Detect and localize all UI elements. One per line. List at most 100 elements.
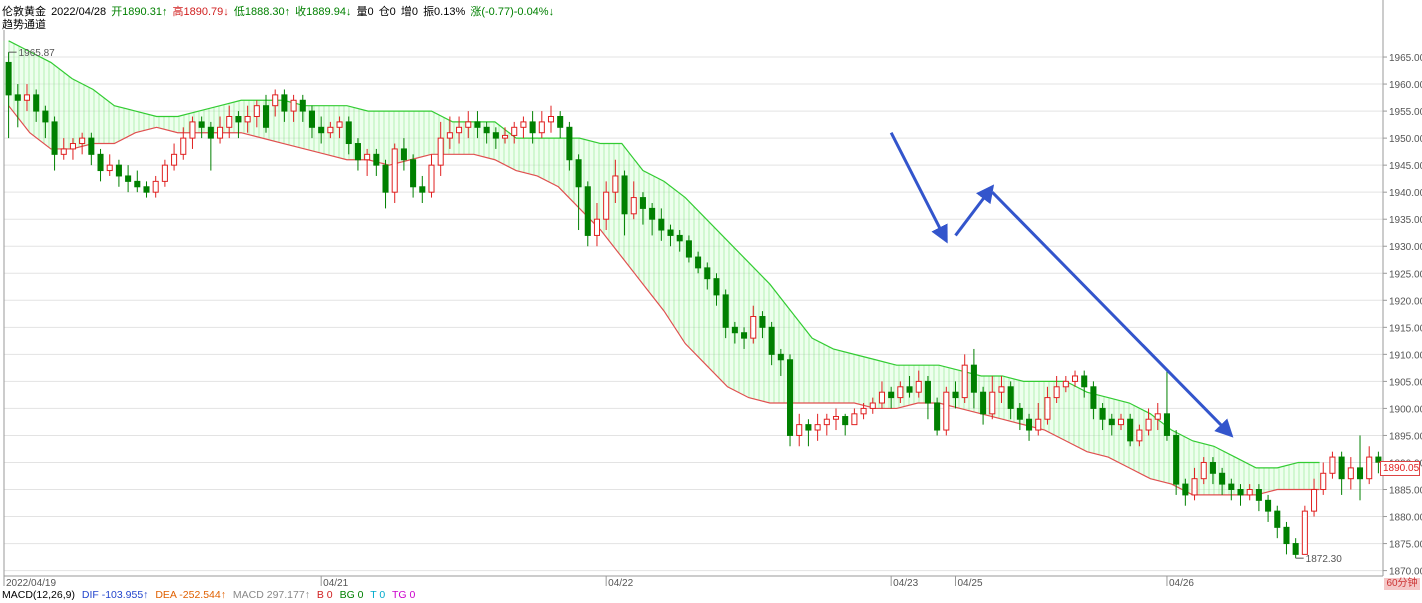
x-tick-label: 04/26: [1169, 578, 1194, 589]
candle-down: [198, 121, 205, 128]
candle-down: [1081, 375, 1088, 388]
candle-down: [134, 180, 141, 188]
chart-area[interactable]: 1870.001875.001880.001885.001890.001895.…: [0, 0, 1422, 600]
indicator-name: 趋势通道: [2, 19, 46, 31]
macd-tg: TG 0: [391, 589, 416, 601]
amplitude-value: 振0.13%: [423, 6, 466, 18]
candle-up: [1117, 418, 1125, 426]
candle-up: [998, 386, 1005, 393]
candle-down: [722, 294, 729, 328]
period-label[interactable]: 60分钟: [1384, 578, 1420, 590]
candle-down: [787, 359, 794, 436]
candle-down: [704, 267, 711, 280]
candle-down: [1099, 407, 1106, 420]
candle-down: [382, 164, 389, 193]
candle-up: [1071, 375, 1079, 382]
increase-value: 增0: [400, 6, 418, 18]
candle-up: [1311, 489, 1318, 512]
candle-down: [308, 110, 316, 128]
candle-up: [612, 175, 619, 193]
candle-down: [1209, 461, 1216, 474]
candle-down: [1026, 418, 1033, 431]
candle-up: [428, 164, 435, 193]
candle-up: [1053, 386, 1060, 399]
candle-down: [842, 416, 849, 426]
candle-up: [750, 316, 757, 339]
candle-up: [989, 391, 996, 415]
volume-value: 量0: [356, 6, 374, 18]
candle-up: [860, 407, 867, 415]
position-value: 仓0: [378, 6, 396, 18]
candle-down: [345, 121, 352, 145]
candle-down: [529, 121, 536, 134]
candle-down: [1007, 386, 1014, 409]
y-tick-label: 1930.00: [1389, 242, 1422, 253]
candle-down: [1237, 489, 1244, 496]
info-bar: 伦敦黄金 2022/04/28 开1890.31↑ 高1890.79↓ 低188…: [2, 3, 556, 19]
change-value: 涨(-0.77)-0.04%↓: [470, 6, 555, 18]
candle-up: [217, 126, 224, 139]
candle-down: [934, 402, 941, 431]
candle-down: [952, 391, 959, 399]
candle-down: [1173, 434, 1180, 485]
y-tick-label: 1875.00: [1389, 540, 1422, 551]
candle-up: [171, 153, 178, 166]
candle-down: [318, 126, 325, 134]
y-tick-label: 1925.00: [1389, 269, 1422, 280]
macd-b: B 0: [316, 589, 333, 601]
candle-up: [1246, 489, 1253, 496]
candle-down: [575, 159, 582, 188]
candle-down: [1338, 456, 1345, 480]
candle-down: [33, 94, 40, 112]
candle-up: [272, 94, 279, 107]
candle-down: [713, 278, 720, 296]
candle-down: [207, 126, 214, 139]
candle-down: [557, 115, 564, 128]
candle-down: [281, 94, 288, 112]
candle-up: [69, 143, 76, 150]
candle-down: [5, 61, 12, 96]
candle-down: [741, 332, 748, 339]
x-tick-label: 04/21: [323, 578, 348, 589]
y-tick-label: 1935.00: [1389, 215, 1422, 226]
candle-down: [1219, 472, 1226, 485]
candle-up: [961, 364, 968, 399]
candle-up: [1136, 429, 1143, 442]
candle-down: [235, 115, 242, 123]
candle-up: [391, 148, 398, 193]
candle-up: [897, 386, 904, 399]
candle-up: [832, 416, 840, 420]
candlestick-chart[interactable]: 1870.001875.001880.001885.001890.001895.…: [0, 0, 1422, 600]
candle-down: [1182, 483, 1189, 496]
current-price-label: 1890.05: [1380, 461, 1420, 476]
x-tick-label: 04/22: [608, 578, 633, 589]
macd-name: MACD(12,26,9): [2, 589, 75, 601]
x-tick-label: 04/23: [893, 578, 918, 589]
candle-down: [42, 110, 49, 123]
candle-up: [943, 391, 950, 431]
candle-up: [180, 137, 187, 155]
y-tick-label: 1920.00: [1389, 296, 1422, 307]
candle-down: [805, 424, 812, 431]
candle-down: [51, 121, 58, 155]
candle-up: [1191, 478, 1198, 496]
low-value: 低1888.30↑: [233, 6, 291, 18]
candle-up: [106, 164, 113, 172]
candle-down: [777, 353, 784, 361]
y-tick-label: 1915.00: [1389, 323, 1422, 334]
x-tick-label: 04/25: [958, 578, 983, 589]
y-tick-label: 1955.00: [1389, 107, 1422, 118]
candle-up: [1145, 418, 1152, 431]
candle-up: [915, 380, 922, 393]
macd-dif: DIF -103.955↑: [81, 589, 149, 601]
candle-up: [547, 115, 555, 123]
trend-arrow: [954, 184, 995, 237]
candle-down: [354, 143, 361, 161]
candle-up: [511, 126, 518, 136]
candle-up: [869, 402, 876, 409]
macd-bg: BG 0: [339, 589, 364, 601]
candle-up: [603, 191, 610, 220]
candle-up: [189, 121, 196, 139]
y-tick-label: 1870.00: [1389, 567, 1422, 578]
candle-down: [97, 153, 104, 172]
